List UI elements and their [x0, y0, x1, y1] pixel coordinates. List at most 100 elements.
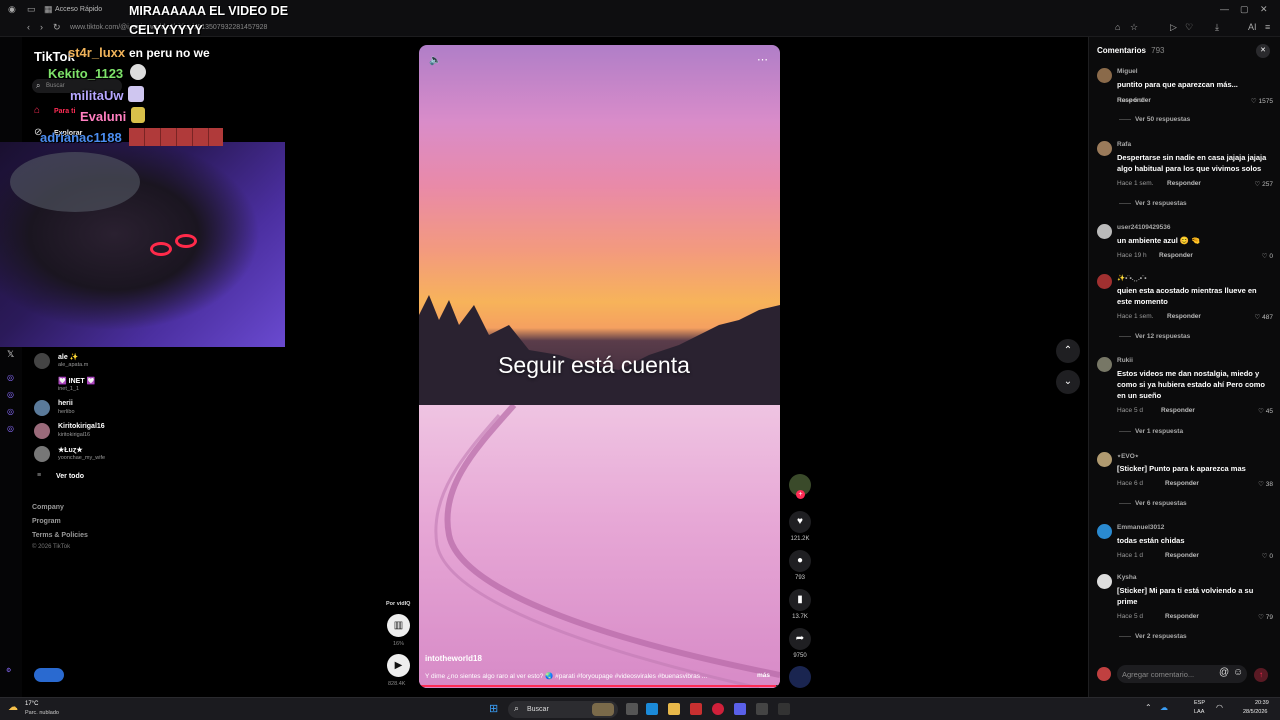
footer-terms[interactable]: Terms & Policies — [32, 532, 88, 539]
next-video-button[interactable]: ⌄ — [1056, 370, 1080, 394]
avatar[interactable] — [1097, 357, 1112, 372]
sidebar-toggle-icon[interactable]: ▭ — [27, 4, 36, 15]
reply-button[interactable]: Responder — [1167, 180, 1201, 187]
wifi-icon[interactable]: ◠ — [1216, 703, 1223, 712]
volume-icon[interactable]: 🔈 — [429, 55, 441, 66]
rail-app-4-icon[interactable]: ◎ — [7, 424, 14, 433]
start-icon[interactable]: ⊞ — [489, 702, 498, 715]
app-icon[interactable] — [778, 703, 790, 715]
rail-app-3-icon[interactable]: ◎ — [7, 407, 14, 416]
reload-icon[interactable]: ↻ — [53, 22, 61, 33]
view-replies[interactable]: Ver 3 respuestas — [1135, 200, 1187, 207]
view-replies[interactable]: Ver 12 respuestas — [1135, 333, 1190, 340]
video-player[interactable]: Seguir está cuenta 🔈 ⋯ intotheworld18 Y … — [419, 45, 780, 688]
avatar[interactable] — [1097, 574, 1112, 589]
avatar[interactable] — [1097, 452, 1112, 467]
like-button[interactable]: ♥ 121.2K — [789, 511, 811, 542]
edge-icon[interactable] — [646, 703, 658, 715]
follow-plus-icon[interactable]: + — [796, 490, 805, 499]
comment-like[interactable]: ♡ 38 — [1258, 480, 1273, 488]
stats-button[interactable]: ▥ — [387, 614, 410, 637]
avatar[interactable] — [1097, 524, 1112, 539]
ai-icon[interactable]: AI — [1248, 22, 1257, 32]
clock-time[interactable]: 20:39 — [1255, 700, 1269, 706]
comment-button[interactable]: ● 793 — [789, 550, 811, 581]
weather-icon[interactable]: ☁ — [8, 702, 18, 713]
emoji-icon[interactable]: ☺ — [1233, 667, 1243, 678]
menu-icon[interactable]: ≡ — [1265, 22, 1270, 32]
reply-button[interactable]: Responder — [1167, 313, 1201, 320]
onedrive-icon[interactable]: ☁ — [1160, 703, 1168, 712]
mention-icon[interactable]: @ — [1219, 667, 1229, 678]
rail-app-1-icon[interactable]: ◎ — [7, 373, 14, 382]
heart-extension-icon[interactable]: ♡ — [1185, 22, 1193, 33]
avatar[interactable] — [1097, 141, 1112, 156]
rail-settings-icon[interactable]: ⚙ — [6, 667, 11, 674]
save-button[interactable]: ▮ 13.7K — [789, 589, 811, 620]
avatar[interactable] — [1097, 224, 1112, 239]
view-replies[interactable]: Ver 1 respuesta — [1135, 428, 1183, 435]
calendar-app-icon[interactable] — [690, 703, 702, 715]
reply-button[interactable]: Responder — [1159, 252, 1193, 259]
view-replies[interactable]: Ver 50 respuestas — [1135, 116, 1190, 123]
opera-gx-icon[interactable] — [712, 703, 724, 715]
extension-icon[interactable]: ⌂ — [1115, 22, 1120, 32]
discord-icon[interactable] — [734, 703, 746, 715]
tray-chevron-icon[interactable]: ⌃ — [1145, 703, 1152, 712]
caption-more-link[interactable]: más — [757, 672, 770, 679]
weather-temp[interactable]: 17°C — [25, 701, 38, 707]
view-replies[interactable]: Ver 6 respuestas — [1135, 500, 1187, 507]
obs-icon[interactable] — [756, 703, 768, 715]
comment-like[interactable]: ♡ 79 — [1258, 613, 1273, 621]
comment-input[interactable]: Agregar comentario... @ ☺ — [1117, 665, 1247, 683]
close-window-icon[interactable]: ✕ — [1260, 4, 1268, 15]
vidiq-toggle[interactable] — [34, 668, 64, 682]
avatar[interactable] — [1097, 274, 1112, 289]
comment-like[interactable]: ♡ 0 — [1262, 252, 1273, 260]
footer-company[interactable]: Company — [32, 504, 64, 511]
play-button[interactable]: ▶ — [387, 654, 410, 677]
send-comment-button[interactable]: ↑ — [1254, 668, 1268, 682]
close-comments-button[interactable]: ✕ — [1256, 44, 1270, 58]
comment-like[interactable]: ♡ 487 — [1255, 313, 1274, 321]
back-icon[interactable]: ‹ — [27, 22, 30, 32]
task-view-icon[interactable] — [626, 703, 638, 715]
following-item[interactable]: Kiritokirigal16 kiritokirigal16 — [34, 421, 234, 443]
bookmark-icon[interactable]: ☆ — [1130, 22, 1138, 33]
rail-app-2-icon[interactable]: ◎ — [7, 390, 14, 399]
comment-like[interactable]: ♡ 1575 — [1251, 97, 1273, 105]
following-item[interactable]: ale ✨ ale_apata.m — [34, 351, 234, 373]
music-disc-button[interactable] — [789, 666, 811, 688]
comment-like[interactable]: ♡ 0 — [1262, 552, 1273, 560]
following-item[interactable]: herii herlibo — [34, 398, 234, 420]
reply-button[interactable]: Responder — [1165, 613, 1199, 620]
forward-icon[interactable]: › — [40, 22, 43, 32]
taskbar-search[interactable]: ⌕ Buscar — [508, 701, 618, 718]
see-all-link[interactable]: ≡ Ver todo — [34, 471, 154, 485]
reply-button[interactable]: Responder — [1117, 97, 1151, 104]
play-extension-icon[interactable]: ▷ — [1170, 22, 1177, 33]
view-replies[interactable]: Ver 2 respuestas — [1135, 633, 1187, 640]
file-explorer-icon[interactable] — [668, 703, 680, 715]
more-options-icon[interactable]: ⋯ — [757, 53, 768, 66]
avatar[interactable] — [1097, 68, 1112, 83]
x-app-icon[interactable]: 𝕏 — [7, 349, 14, 360]
video-author[interactable]: intotheworld18 — [425, 654, 482, 663]
author-avatar-button[interactable]: + — [789, 474, 811, 499]
footer-program[interactable]: Program — [32, 518, 61, 525]
reply-button[interactable]: Responder — [1165, 480, 1199, 487]
download-icon[interactable]: ⤓ — [1215, 22, 1219, 33]
reply-button[interactable]: Responder — [1161, 407, 1195, 414]
following-item[interactable]: 💟 INET 💟 inet_1_1 — [34, 375, 234, 397]
comment-like[interactable]: ♡ 257 — [1255, 180, 1274, 188]
reply-button[interactable]: Responder — [1165, 552, 1199, 559]
minimize-icon[interactable]: — — [1220, 4, 1229, 14]
tab-quick-access[interactable]: Acceso Rápido — [55, 6, 102, 13]
following-item[interactable]: ★Łuɀ★ yoonchae_my_wife — [34, 444, 234, 466]
previous-video-button[interactable]: ⌃ — [1056, 339, 1080, 363]
comment-like[interactable]: ♡ 45 — [1258, 407, 1273, 415]
maximize-icon[interactable]: ▢ — [1240, 4, 1249, 15]
lang-indicator[interactable]: ESP — [1194, 700, 1205, 706]
share-button[interactable]: ➦ 9750 — [789, 628, 811, 659]
progress-track[interactable] — [419, 685, 780, 687]
